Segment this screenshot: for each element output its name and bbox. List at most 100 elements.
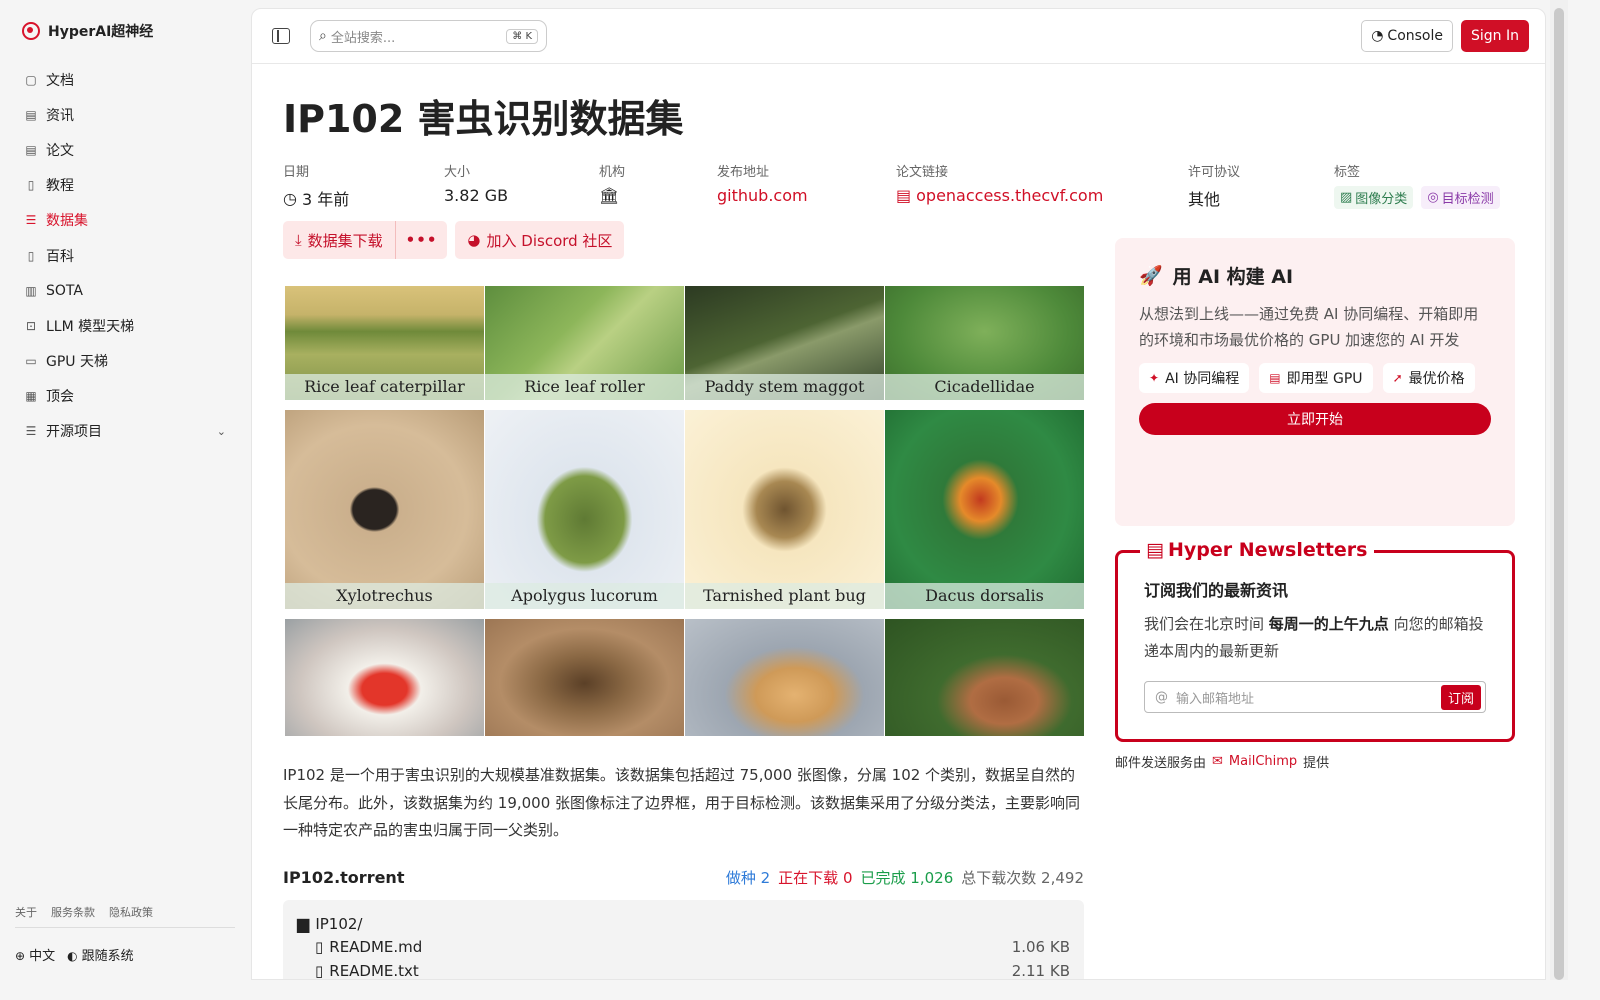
sidebar-item-label: 百科	[46, 248, 74, 265]
sidebar-item-datasets[interactable]: ☰ 数据集	[14, 203, 236, 238]
tag-object-detection[interactable]: ◎ 目标检测	[1421, 186, 1500, 209]
email-placeholder: 输入邮箱地址	[1176, 691, 1255, 707]
sidebar-item-papers[interactable]: ▤ 论文	[14, 132, 236, 167]
insect-image	[885, 619, 1084, 736]
search-input[interactable]: ⌕ 全站搜索... ⌘ K	[310, 20, 547, 52]
sidebar-item-conferences[interactable]: ▦ 顶会	[14, 379, 236, 414]
sidebar-item-label: 顶会	[46, 389, 74, 406]
insect-image: Xylotrechus	[285, 410, 484, 609]
meta-release: 发布地址 github.com	[717, 161, 896, 209]
clock-icon: ◷	[283, 188, 297, 208]
promo-card: 🚀 用 AI 构建 AI 从想法到上线——通过免费 AI 协同编程、开箱即用的环境…	[1115, 238, 1515, 526]
search-icon: ⌕	[319, 28, 327, 44]
promo-text: 从想法到上线——通过免费 AI 协同编程、开箱即用的环境和市场最优价格的 GPU…	[1139, 305, 1479, 349]
newspaper-icon: ▤	[1146, 539, 1164, 561]
insect-image: Apolygus lucorum	[485, 410, 684, 609]
meta-tags: 标签 ▨ 图像分类 ◎ 目标检测	[1334, 161, 1500, 209]
file-name: README.md	[329, 938, 423, 957]
sidebar-item-llm-ladder[interactable]: ⊡ LLM 模型天梯	[14, 308, 236, 343]
discord-button[interactable]: ◕ 加入 Discord 社区	[455, 221, 625, 259]
insect-caption: Tarnished plant bug	[685, 583, 884, 609]
meta-label: 标签	[1334, 165, 1361, 180]
insect-caption: Apolygus lucorum	[485, 583, 684, 609]
insect-caption: Dacus dorsalis	[885, 583, 1084, 609]
more-icon: •••	[405, 231, 438, 249]
file-row[interactable]: ▯ README.txt 2.11 KB	[297, 959, 1070, 979]
sidebar-item-label: SOTA	[46, 282, 83, 299]
meta-label: 机构	[599, 165, 626, 180]
meta-value: 3.82 GB	[444, 186, 509, 205]
theme-label: 跟随系统	[81, 948, 134, 964]
calendar-icon: ▦	[25, 389, 37, 404]
insect-image	[485, 619, 684, 736]
meta-license: 许可协议 其他	[1188, 161, 1334, 209]
sidebar-item-open-source[interactable]: ☰ 开源项目 ⌄	[14, 414, 236, 449]
sign-in-button[interactable]: Sign In	[1461, 20, 1529, 52]
mailchimp-link[interactable]: MailChimp	[1229, 754, 1297, 769]
file-row[interactable]: ▆ IP102/	[297, 912, 1070, 936]
folder-icon: ▆	[297, 914, 310, 934]
insect-image: Paddy stem maggot	[685, 286, 884, 400]
insect-caption: Cicadellidae	[885, 374, 1084, 400]
file-size: 1.06 KB	[1011, 938, 1070, 957]
console-button[interactable]: ◔ Console	[1361, 20, 1453, 52]
insect-image: Dacus dorsalis	[885, 410, 1084, 609]
search-placeholder: 全站搜索...	[330, 30, 396, 46]
meta-label: 许可协议	[1188, 165, 1241, 180]
sidebar-item-docs[interactable]: ▢ 文档	[14, 62, 236, 97]
theme-switch[interactable]: ◐ 跟随系统	[67, 945, 134, 964]
dataset-meta: 日期 ◷ 3 年前 大小 3.82 GB 机构 🏛 发布地址 github.com…	[283, 161, 1514, 209]
feature-chip-price: ➚ 最优价格	[1382, 363, 1475, 393]
sidebar-item-gpu-ladder[interactable]: ▭ GPU 天梯	[14, 344, 236, 379]
sidebar-item-label: 开源项目	[46, 424, 102, 441]
chevron-down-icon: ⌄	[216, 424, 226, 438]
search-shortcut: ⌘ K	[506, 28, 538, 44]
email-field[interactable]: @ 输入邮箱地址 订阅	[1144, 681, 1486, 713]
sidebar-item-news[interactable]: ▤ 资讯	[14, 97, 236, 132]
get-started-button[interactable]: 立即开始	[1139, 403, 1491, 435]
more-options-button[interactable]: •••	[396, 221, 448, 259]
sidebar-item-label: 资讯	[46, 107, 74, 124]
meta-paper: 论文链接 ▤ openaccess.thecvf.com	[896, 161, 1188, 209]
insect-image: Cicadellidae	[885, 286, 1084, 400]
paper-link[interactable]: ▤ openaccess.thecvf.com	[896, 186, 1188, 205]
footer-link-terms[interactable]: 服务条款	[51, 904, 95, 919]
discord-icon: ◕	[467, 231, 481, 249]
release-link[interactable]: github.com	[717, 186, 896, 205]
dataset-description: IP102 是一个用于害虫识别的大规模基准数据集。该数据集包括超过 75,000…	[283, 766, 1081, 839]
sidebar-item-label: LLM 模型天梯	[46, 318, 135, 335]
sidebar-item-tutorials[interactable]: ▯ 教程	[14, 168, 236, 203]
language-switch[interactable]: ⊕ 中文	[15, 945, 55, 964]
seeding-stat: 做种 2	[725, 869, 771, 887]
chart-icon: ▥	[25, 283, 37, 298]
meta-label: 大小	[444, 165, 471, 180]
monitor-icon: ▭	[25, 354, 37, 369]
rocket-icon: ➚	[1392, 371, 1403, 385]
promo-title: 🚀 用 AI 构建 AI	[1139, 265, 1294, 288]
image-icon: ▨	[1340, 190, 1353, 205]
globe-icon: ⊕	[15, 948, 26, 963]
subscribe-button[interactable]: 订阅	[1440, 684, 1481, 710]
tag-image-classification[interactable]: ▨ 图像分类	[1334, 186, 1414, 209]
footer-link-privacy[interactable]: 隐私政策	[109, 904, 153, 919]
wiki-icon: ▯	[27, 248, 35, 263]
detect-icon: ◎	[1427, 190, 1439, 205]
download-button[interactable]: ⤓ 数据集下载	[283, 221, 396, 259]
feature-chip-ai-coding: ✦ AI 协同编程	[1139, 363, 1250, 393]
news-icon: ▤	[25, 107, 37, 122]
insect-image: Rice leaf roller	[485, 286, 684, 400]
scroll-thumb[interactable]	[1554, 8, 1564, 980]
sidebar-toggle-icon[interactable]	[272, 28, 290, 44]
file-row[interactable]: ▯ README.md 1.06 KB	[297, 936, 1070, 960]
scrollbar[interactable]	[1550, 0, 1568, 980]
meta-value: 3 年前	[301, 190, 350, 209]
dataset-preview-image: Rice leaf caterpillar Rice leaf roller P…	[285, 286, 1084, 736]
sidebar-item-label: 论文	[46, 142, 74, 159]
brand[interactable]: HyperAI超神经	[0, 0, 250, 62]
footer-link-about[interactable]: 关于	[15, 904, 37, 919]
server-icon: ▤	[1269, 371, 1281, 385]
page-title: IP102 害虫识别数据集	[283, 97, 684, 141]
meta-size: 大小 3.82 GB	[444, 161, 599, 209]
sidebar-item-sota[interactable]: ▥ SOTA	[14, 273, 236, 308]
sidebar-item-wiki[interactable]: ▯ 百科	[14, 238, 236, 273]
